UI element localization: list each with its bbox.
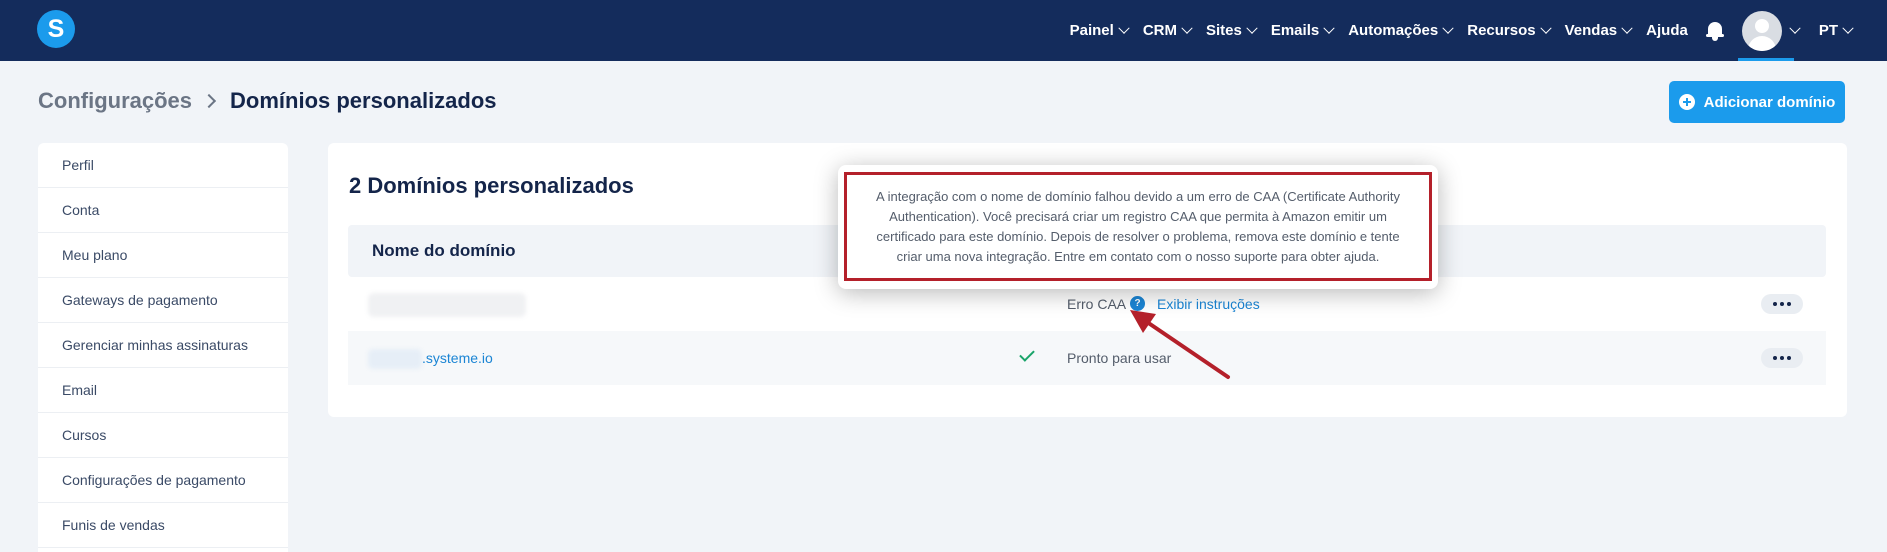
nav-automacoes[interactable]: Automações <box>1348 0 1454 61</box>
sidebar-item-gateways[interactable]: Gateways de pagamento <box>38 278 288 323</box>
nav-emails[interactable]: Emails <box>1270 0 1335 61</box>
more-options-button[interactable] <box>1761 294 1803 314</box>
status-text: Pronto para usar <box>1067 350 1172 366</box>
add-domain-button[interactable]: Adicionar domínio <box>1669 81 1845 123</box>
nav-vendas-label: Vendas <box>1564 22 1618 39</box>
nav-crm-label: CRM <box>1142 22 1177 39</box>
user-menu[interactable] <box>1737 0 1801 61</box>
more-options-button[interactable] <box>1761 348 1803 368</box>
sidebar-item-funis[interactable]: Funis de vendas <box>38 503 288 548</box>
nav-ajuda-label: Ajuda <box>1646 22 1688 39</box>
table-row: .systeme.io Pronto para usar <box>348 331 1826 385</box>
sidebar-item-conta[interactable]: Conta <box>38 188 288 233</box>
chevron-down-icon <box>1181 22 1193 34</box>
settings-sidebar: Perfil Conta Meu plano Gateways de pagam… <box>38 143 288 552</box>
plus-circle-icon <box>1678 94 1695 110</box>
language-selector[interactable]: PT <box>1818 0 1854 61</box>
nav-emails-label: Emails <box>1270 22 1320 39</box>
chevron-down-icon <box>1118 22 1130 34</box>
page-title: Domínios personalizados <box>230 88 497 113</box>
nav-crm[interactable]: CRM <box>1142 0 1193 61</box>
breadcrumb: Configurações Domínios personalizados <box>38 88 497 114</box>
sidebar-item-assinaturas[interactable]: Gerenciar minhas assinaturas <box>38 323 288 368</box>
active-indicator <box>1737 58 1794 61</box>
add-domain-label: Adicionar domínio <box>1703 93 1836 111</box>
nav-sites-label: Sites <box>1205 22 1242 39</box>
nav-ajuda[interactable]: Ajuda <box>1646 0 1688 61</box>
caa-error-tooltip: A integração com o nome de domínio falho… <box>838 165 1438 289</box>
chevron-right-icon <box>201 93 217 109</box>
nav-painel-label: Painel <box>1069 22 1114 39</box>
systeme-logo[interactable]: S <box>37 10 75 48</box>
question-icon[interactable]: ? <box>1130 296 1145 311</box>
avatar <box>1741 10 1782 51</box>
redacted-domain <box>368 293 526 317</box>
sidebar-item-perfil[interactable]: Perfil <box>38 143 288 188</box>
chevron-down-icon <box>1442 22 1454 34</box>
chevron-down-icon <box>1539 22 1552 34</box>
nav-vendas[interactable]: Vendas <box>1564 0 1633 61</box>
language-label: PT <box>1818 22 1838 39</box>
chevron-down-icon <box>1621 22 1633 34</box>
redacted-subdomain <box>368 349 422 369</box>
sidebar-item-cursos[interactable]: Cursos <box>38 413 288 458</box>
nav-automacoes-label: Automações <box>1348 22 1439 39</box>
breadcrumb-parent-link[interactable]: Configurações <box>38 88 192 114</box>
top-navigation-bar: S Painel CRM Sites Emails Automações Rec… <box>0 0 1887 61</box>
nav-sites[interactable]: Sites <box>1205 0 1258 61</box>
nav-recursos-label: Recursos <box>1467 22 1536 39</box>
chevron-down-icon <box>1323 22 1335 34</box>
sidebar-item-config-pagamento[interactable]: Configurações de pagamento <box>38 458 288 503</box>
chevron-down-icon <box>1789 22 1801 34</box>
main-nav: Painel CRM Sites Emails Automações Recur… <box>1055 0 1854 61</box>
card-title: 2 Domínios personalizados <box>349 173 634 198</box>
nav-painel[interactable]: Painel <box>1069 0 1130 61</box>
sidebar-item-meu-plano[interactable]: Meu plano <box>38 233 288 278</box>
notification-bell-icon[interactable] <box>1705 21 1724 41</box>
column-domain-name: Nome do domínio <box>372 241 516 260</box>
annotation-highlight-box: A integração com o nome de domínio falho… <box>844 172 1432 281</box>
tooltip-text: A integração com o nome de domínio falho… <box>876 188 1400 264</box>
domain-link[interactable]: .systeme.io <box>422 331 493 385</box>
chevron-down-icon <box>1246 22 1258 34</box>
check-icon <box>1019 346 1035 362</box>
nav-recursos[interactable]: Recursos <box>1467 0 1552 61</box>
sidebar-item-email[interactable]: Email <box>38 368 288 413</box>
chevron-down-icon <box>1842 22 1854 34</box>
